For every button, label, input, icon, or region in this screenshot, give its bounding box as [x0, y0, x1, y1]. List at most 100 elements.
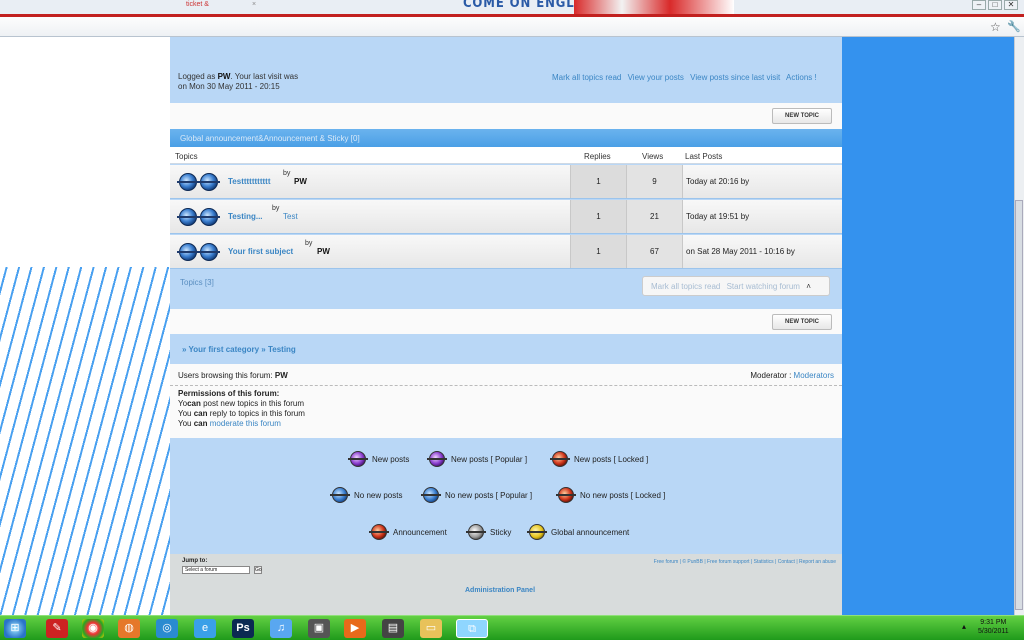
topic-author[interactable]: Test: [283, 212, 298, 221]
start-watching-link[interactable]: Start watching forum: [727, 282, 800, 291]
tray-time: 9:31 PM: [980, 619, 1007, 626]
browser-title-bar: ticket & × COME ON ENGLAND – □ ✕: [0, 0, 1024, 14]
topic-title[interactable]: Your first subject: [228, 247, 293, 256]
maximize-button[interactable]: □: [988, 0, 1002, 10]
view-posts-since-link[interactable]: View posts since last visit: [690, 73, 780, 82]
users-browsing-label: Users browsing this forum:: [178, 371, 275, 380]
topic-icon: [198, 173, 220, 191]
minimize-button[interactable]: –: [972, 0, 986, 10]
permissions-title: Permissions of this forum:: [178, 389, 280, 398]
sticky-icon: [466, 524, 486, 540]
topic-views: 21: [627, 200, 683, 233]
actions-link[interactable]: Actions !: [786, 73, 817, 82]
table-row: Your first subject by PW 1 67 on Sat 28 …: [170, 235, 842, 269]
moderator-label: Moderator :: [750, 371, 794, 380]
firefox-icon[interactable]: ◍: [118, 619, 140, 638]
topic-title[interactable]: Testtttttttttt: [228, 177, 271, 186]
breadcrumb[interactable]: » Your first category » Testing: [170, 334, 842, 364]
admin-panel-link[interactable]: Administration Panel: [465, 587, 535, 594]
browser-tab-text[interactable]: ticket &: [186, 1, 209, 8]
users-browsing: Users browsing this forum: PW Moderator …: [170, 364, 842, 386]
logged-user[interactable]: PW: [218, 72, 231, 81]
jump-footer: Jump to: Select a forum Go Free forum | …: [170, 554, 842, 615]
view-your-posts-link[interactable]: View your posts: [628, 73, 684, 82]
terminal-icon[interactable]: ▣: [308, 619, 330, 638]
col-topics: Topics: [175, 152, 198, 161]
taskbar-app-icon[interactable]: ✎: [46, 619, 68, 638]
globe-icon[interactable]: ◎: [156, 619, 178, 638]
topic-icon: [177, 208, 199, 226]
page-background-right: [842, 37, 1014, 615]
legend-new-posts-locked: New posts [ Locked ]: [550, 451, 648, 467]
new-posts-icon: [348, 451, 368, 467]
topic-title[interactable]: Testing...: [228, 212, 263, 221]
legend-no-new-posts-locked: No new posts [ Locked ]: [556, 487, 665, 503]
topic-icon: [177, 243, 199, 261]
topic-by: by: [283, 170, 291, 177]
moderate-forum-link[interactable]: moderate this forum: [208, 419, 281, 428]
scribble-overlay-top: [0, 37, 170, 267]
active-window-icon[interactable]: ⧉: [456, 619, 488, 638]
topics-count: Topics [3]: [180, 278, 214, 287]
mark-topics-read-link[interactable]: Mark all topics read: [651, 282, 720, 291]
topics-footer: Topics [3] Mark all topics read Start wa…: [170, 272, 842, 309]
tray-clock[interactable]: 9:31 PM 5/30/2011: [978, 618, 1009, 636]
folder-icon[interactable]: ▭: [420, 619, 442, 638]
forum-actions-box: Mark all topics read Start watching foru…: [642, 276, 830, 296]
topic-status-icons: [177, 243, 220, 261]
media-player-icon[interactable]: ▶: [344, 619, 366, 638]
ie-icon[interactable]: e: [194, 619, 216, 638]
topic-by: by: [272, 205, 280, 212]
jump-label: Jump to:: [182, 558, 208, 564]
new-topic-button-top[interactable]: NEW TOPIC: [772, 108, 832, 124]
browsing-user[interactable]: PW: [275, 371, 288, 380]
start-button[interactable]: ⊞: [4, 619, 26, 638]
topic-replies: 1: [570, 165, 627, 198]
photoshop-icon[interactable]: Ps: [232, 619, 254, 638]
taskbar: ⊞ ✎ ◉ ◍ ◎ e Ps ♫ ▣ ▶ ▤ ▭ ⧉ ▴ 9:31 PM 5/3…: [0, 615, 1024, 640]
topic-author[interactable]: PW: [294, 177, 307, 186]
moderator-info: Moderator : Moderators: [750, 371, 834, 380]
icon-legend: New posts New posts [ Popular ] New post…: [170, 438, 842, 554]
topic-author[interactable]: PW: [317, 247, 330, 256]
close-button[interactable]: ✕: [1004, 0, 1018, 10]
last-visit-label: . Your last visit was: [230, 72, 299, 81]
legend-new-posts: New posts: [348, 451, 409, 467]
last-visit-date: on Mon 30 May 2011 - 20:15: [178, 82, 280, 91]
no-new-posts-locked-icon: [556, 487, 576, 503]
column-header: Topics Replies Views Last Posts: [170, 147, 842, 164]
address-bar[interactable]: [0, 17, 1024, 37]
star-icon[interactable]: ☆: [990, 20, 1001, 34]
scrollbar-thumb[interactable]: [1015, 200, 1023, 610]
legend-sticky: Sticky: [466, 524, 511, 540]
topic-replies: 1: [570, 235, 627, 268]
topic-icon: [198, 208, 220, 226]
col-views: Views: [642, 152, 664, 161]
topic-icon: [177, 173, 199, 191]
window-controls: – □ ✕: [972, 0, 1018, 12]
tray-expand-icon[interactable]: ▴: [962, 622, 966, 631]
moderators-link[interactable]: Moderators: [794, 371, 834, 380]
jump-select[interactable]: Select a forum: [182, 566, 250, 574]
legend-no-new-posts-popular: No new posts [ Popular ]: [421, 487, 532, 503]
topic-last-post: Today at 20:16 by: [686, 177, 750, 186]
topic-by: by: [305, 240, 313, 247]
footer-links[interactable]: Free forum | © PunBB | Free forum suppor…: [654, 559, 836, 565]
new-topic-button-bottom[interactable]: NEW TOPIC: [772, 314, 832, 330]
forum-container: Logged as PW. Your last visit was on Mon…: [170, 37, 842, 615]
perm-line: You can moderate this forum: [178, 419, 281, 428]
topic-last-post: on Sat 28 May 2011 - 10:16 by: [686, 247, 795, 256]
collapse-toggle-icon[interactable]: ˄: [806, 282, 811, 291]
toolbar-bottom: NEW TOPIC: [170, 309, 842, 334]
permissions-block: Permissions of this forum: Yocan post ne…: [170, 386, 842, 438]
announcement-icon: [369, 524, 389, 540]
mark-all-read-link[interactable]: Mark all topics read: [552, 73, 621, 82]
device-icon[interactable]: ▤: [382, 619, 404, 638]
tray-date: 5/30/2011: [978, 628, 1009, 635]
login-info: Logged as PW. Your last visit was on Mon…: [178, 72, 298, 92]
wrench-icon[interactable]: 🔧: [1007, 20, 1021, 33]
chrome-icon[interactable]: ◉: [82, 619, 104, 638]
itunes-icon[interactable]: ♫: [270, 619, 292, 638]
jump-go-button[interactable]: Go: [254, 566, 262, 574]
browser-tab-close[interactable]: ×: [252, 1, 256, 8]
